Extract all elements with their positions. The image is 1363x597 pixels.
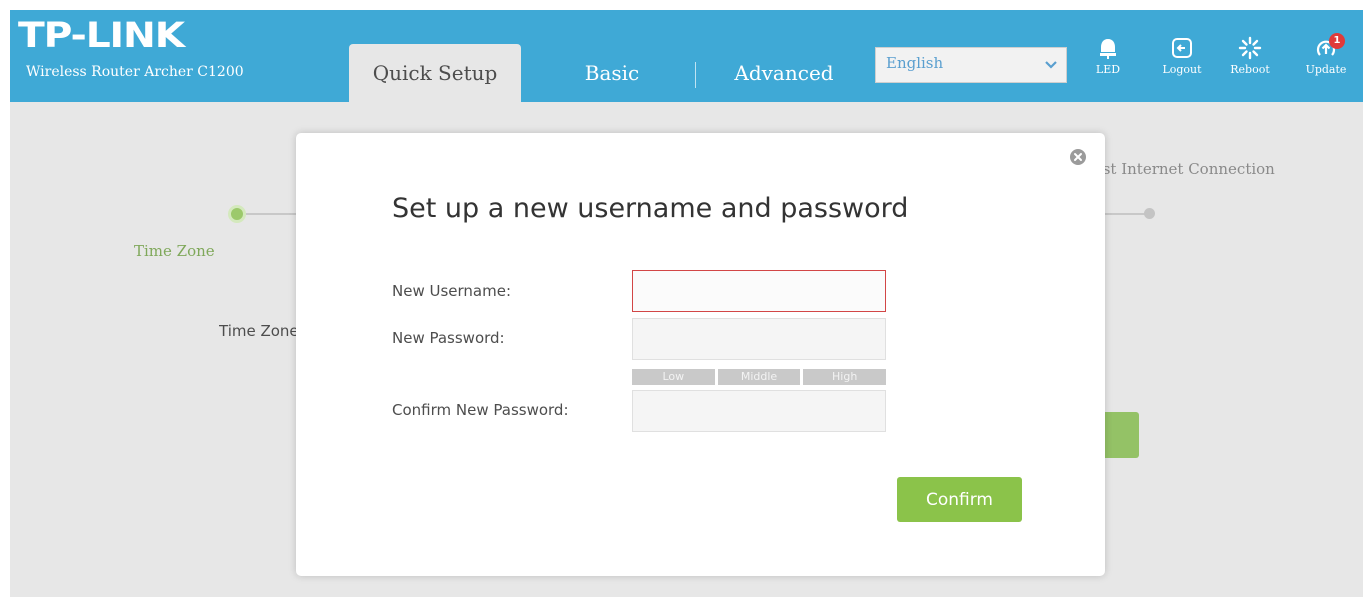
time-zone-field-label: Time Zone <box>219 322 299 340</box>
update-label: Update <box>1305 63 1347 76</box>
password-input[interactable] <box>632 318 886 360</box>
language-select[interactable]: English <box>875 47 1067 83</box>
update-badge: 1 <box>1329 33 1345 49</box>
username-label: New Username: <box>392 282 512 300</box>
reboot-label: Reboot <box>1230 63 1270 76</box>
logout-button[interactable]: Logout <box>1155 36 1209 92</box>
logout-icon <box>1172 38 1192 58</box>
led-label: LED <box>1095 63 1121 76</box>
brand-logo: TP-LINK <box>18 16 185 56</box>
reboot-icon <box>1238 36 1262 60</box>
step-connector <box>246 213 296 215</box>
step-label-test-connection: Test Internet Connection <box>1103 160 1275 178</box>
step-indicator-last <box>1144 208 1155 219</box>
router-admin-window: TP-LINK Wireless Router Archer C1200 Qui… <box>10 10 1363 597</box>
confirm-button[interactable]: Confirm <box>897 477 1022 522</box>
tab-basic[interactable]: Basic <box>562 44 662 102</box>
step-label-time-zone: Time Zone <box>134 242 215 260</box>
strength-middle: Middle <box>717 369 801 385</box>
tab-divider <box>695 62 696 88</box>
username-input[interactable] <box>632 270 886 312</box>
credentials-dialog: Set up a new username and password New U… <box>296 133 1105 576</box>
chevron-down-icon <box>1045 61 1057 69</box>
led-button[interactable]: LED <box>1081 36 1135 92</box>
password-label: New Password: <box>392 329 505 347</box>
tab-quick-setup[interactable]: Quick Setup <box>349 44 521 102</box>
reboot-button[interactable]: Reboot <box>1223 36 1277 92</box>
strength-low: Low <box>632 369 715 385</box>
strength-high: High <box>803 369 887 385</box>
router-model: Wireless Router Archer C1200 <box>26 64 244 80</box>
update-button[interactable]: 1 Update <box>1299 33 1353 92</box>
language-value: English <box>886 54 944 72</box>
bulb-icon <box>1100 39 1116 59</box>
confirm-password-label: Confirm New Password: <box>392 401 569 419</box>
next-button[interactable] <box>1104 412 1139 458</box>
logout-label: Logout <box>1162 63 1202 76</box>
close-icon[interactable] <box>1069 148 1087 166</box>
step-connector <box>1104 213 1146 215</box>
dialog-title: Set up a new username and password <box>392 193 909 224</box>
password-strength-meter: Low Middle High <box>632 369 887 385</box>
confirm-password-input[interactable] <box>632 390 886 432</box>
tab-advanced[interactable]: Advanced <box>714 44 854 102</box>
step-indicator-current <box>228 205 246 223</box>
top-bar: TP-LINK Wireless Router Archer C1200 Qui… <box>10 10 1363 102</box>
